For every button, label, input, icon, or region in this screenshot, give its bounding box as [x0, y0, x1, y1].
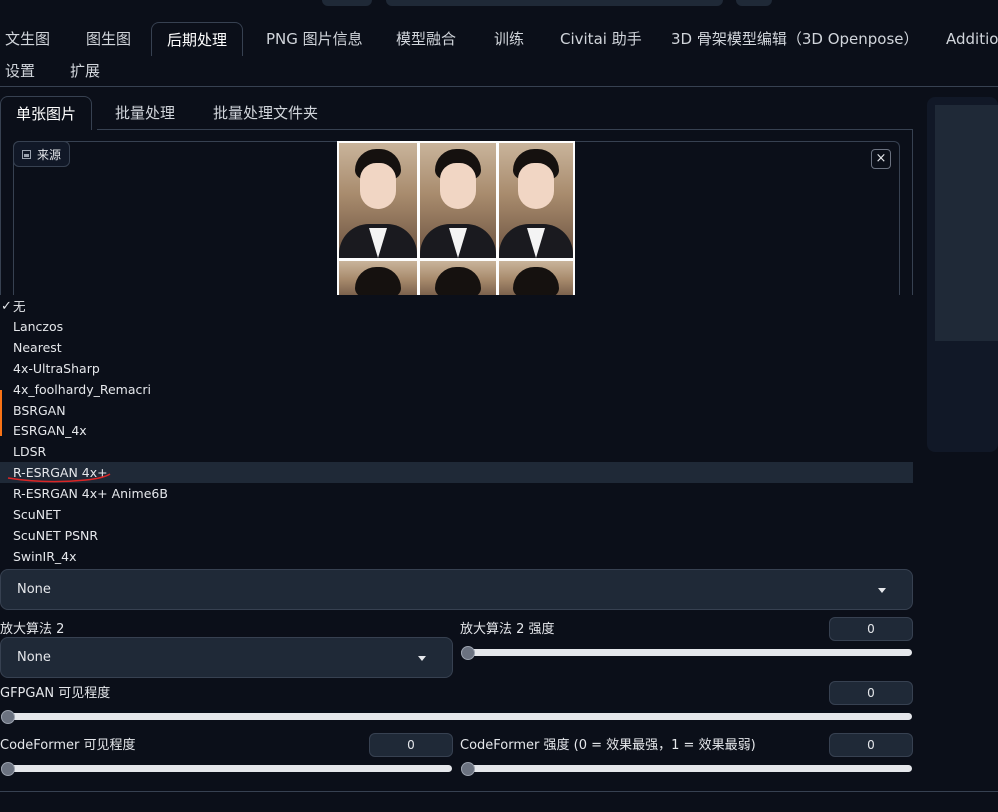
source-label-text: 来源 [37, 147, 62, 162]
gfpgan-handle[interactable] [1, 710, 15, 724]
red-annotation-underline [7, 473, 111, 483]
tab-merge[interactable]: 模型融合 [396, 22, 456, 56]
dropdown-option[interactable]: Lanczos [0, 316, 913, 337]
tab-png-info[interactable]: PNG 图片信息 [266, 22, 363, 56]
tab-openpose[interactable]: 3D 骨架模型编辑（3D Openpose） [671, 22, 919, 56]
dropdown-option[interactable]: 4x-UltraSharp [0, 358, 913, 379]
dropdown-option[interactable]: Nearest [0, 337, 913, 358]
dropdown-option[interactable]: R-ESRGAN 4x+ Anime6B [0, 483, 913, 504]
upscaler1-dropdown-list: ✓ 无 Lanczos Nearest 4x-UltraSharp 4x_fool… [0, 295, 913, 567]
upscaler2-strength-input[interactable]: 0 [829, 617, 913, 641]
gfpgan-slider[interactable] [1, 713, 912, 720]
subtab-single-image[interactable]: 单张图片 [0, 96, 93, 130]
top-stub-button-2[interactable] [736, 0, 772, 6]
codeformer-weight-label: CodeFormer 强度 (0 = 效果最强，1 = 效果最弱) [460, 738, 756, 753]
dropdown-option[interactable]: 4x_foolhardy_Remacri [0, 379, 913, 400]
source-image [337, 141, 575, 296]
dropdown-option[interactable]: LDSR [0, 441, 913, 462]
upscaler2-select[interactable]: None [0, 637, 453, 678]
nav-divider [0, 86, 998, 87]
codeformer-visibility-input[interactable]: 0 [369, 733, 453, 757]
upscaler2-label: 放大算法 2 [0, 622, 65, 637]
dropdown-option[interactable]: ✓ 无 [0, 296, 913, 317]
upscaler2-value: None [17, 650, 51, 665]
chevron-down-icon [418, 656, 426, 661]
check-icon: ✓ [1, 299, 12, 314]
source-label: 来源 [13, 141, 71, 167]
dropdown-option[interactable]: ScuNET [0, 504, 913, 525]
dropdown-option[interactable]: ESRGAN_4x [0, 420, 913, 441]
upscaler1-select[interactable]: None [0, 569, 913, 610]
codeformer-weight-input[interactable]: 0 [829, 733, 913, 757]
tab-settings[interactable]: 设置 [5, 54, 35, 88]
upscaler2-strength-handle[interactable] [461, 646, 475, 660]
codeformer-weight-handle[interactable] [461, 762, 475, 776]
tab-extensions[interactable]: 扩展 [70, 54, 100, 88]
codeformer-visibility-label: CodeFormer 可见程度 [0, 738, 136, 753]
gfpgan-input[interactable]: 0 [829, 681, 913, 705]
upscaler2-strength-slider[interactable] [461, 649, 912, 656]
tab-train[interactable]: 训练 [494, 22, 524, 56]
image-icon [22, 149, 31, 159]
codeformer-weight-slider[interactable] [461, 765, 912, 772]
tab-img2img[interactable]: 图生图 [86, 22, 131, 56]
tab-addition[interactable]: Addition [946, 22, 998, 56]
dropdown-option-hovered[interactable]: R-ESRGAN 4x+ [0, 462, 913, 483]
dropdown-option[interactable]: SwinIR_4x [0, 546, 913, 567]
upscaler2-strength-label: 放大算法 2 强度 [460, 622, 555, 637]
dropdown-option[interactable]: BSRGAN [0, 400, 913, 421]
tab-extras[interactable]: 后期处理 [151, 22, 244, 56]
dropdown-option[interactable]: ScuNET PSNR [0, 525, 913, 546]
accent-marker [0, 390, 2, 436]
top-stub-button[interactable] [322, 0, 372, 6]
upscaler1-value: None [17, 582, 51, 597]
output-image-area [935, 105, 998, 341]
chevron-down-icon [878, 588, 886, 593]
top-stub-field[interactable] [386, 0, 723, 6]
tab-civitai[interactable]: Civitai 助手 [560, 22, 642, 56]
codeformer-visibility-slider[interactable] [1, 765, 452, 772]
gfpgan-label: GFPGAN 可见程度 [0, 686, 111, 701]
bottom-divider [0, 791, 998, 792]
subtab-batch[interactable]: 批量处理 [115, 96, 175, 130]
close-icon[interactable]: × [871, 149, 891, 169]
tab-txt2img[interactable]: 文生图 [5, 22, 50, 56]
codeformer-visibility-handle[interactable] [1, 762, 15, 776]
subtab-batch-folder[interactable]: 批量处理文件夹 [213, 96, 318, 130]
